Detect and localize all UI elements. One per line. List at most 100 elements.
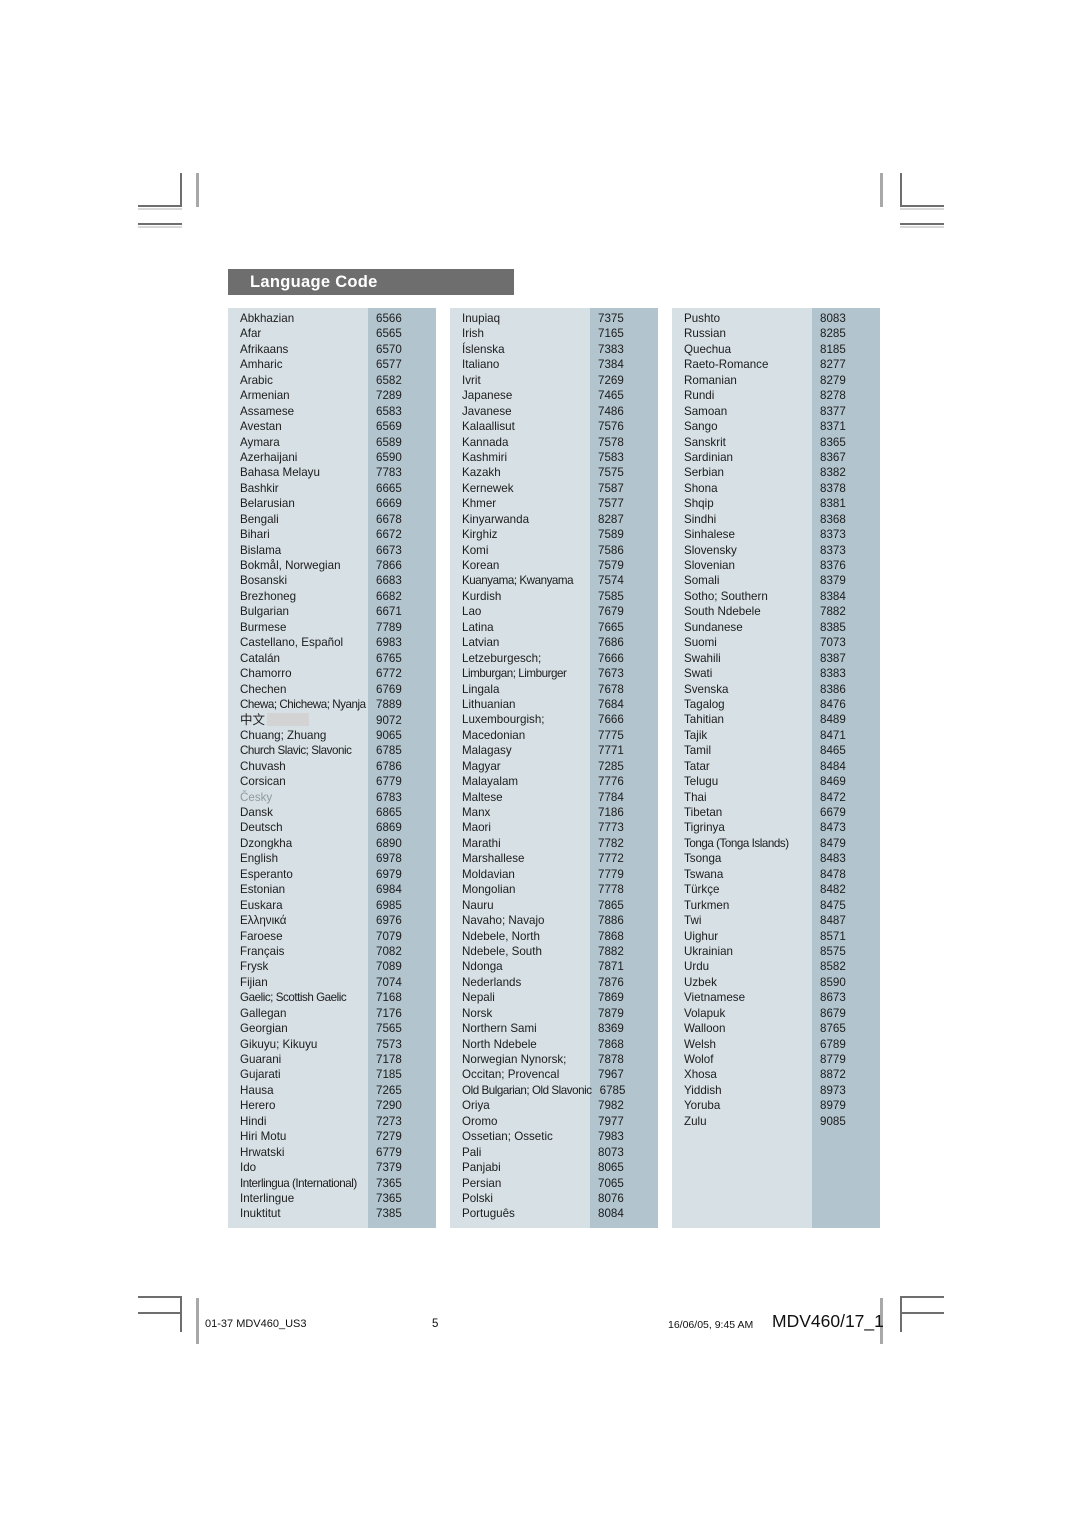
table-row: Česky 6783 xyxy=(228,790,436,805)
missing-glyph-box-icon xyxy=(267,713,310,727)
table-row: Kernewek 7587 xyxy=(450,481,658,496)
language-name: Belarusian xyxy=(240,497,295,511)
table-row: Shqip 8381 xyxy=(672,496,880,511)
language-code: 8073 xyxy=(598,1145,624,1159)
table-row: North Ndebele 7868 xyxy=(450,1037,658,1052)
table-row: Euskara 6985 xyxy=(228,898,436,913)
language-name: Hiri Motu xyxy=(240,1130,287,1144)
table-row: Swati 8383 xyxy=(672,666,880,681)
language-name: Sardinian xyxy=(684,450,733,464)
language-name: Russian xyxy=(684,327,726,341)
section-title-bar: Language Code xyxy=(228,269,514,295)
language-code: 6570 xyxy=(376,342,402,356)
language-code: 8478 xyxy=(820,867,846,881)
language-name: Faroese xyxy=(240,929,283,943)
language-code: 8386 xyxy=(820,682,846,696)
table-row: Shona 8378 xyxy=(672,481,880,496)
language-name: Bihari xyxy=(240,528,270,542)
table-row: Faroese 7079 xyxy=(228,929,436,944)
language-name: Armenian xyxy=(240,389,290,403)
language-name: Northern Sami xyxy=(462,1022,537,1036)
table-row: Nepali 7869 xyxy=(450,990,658,1005)
table-row: Ossetian; Ossetic 7983 xyxy=(450,1129,658,1144)
table-row: Inupiaq 7375 xyxy=(450,311,658,326)
language-name: Welsh xyxy=(684,1037,717,1051)
language-code: 6683 xyxy=(376,574,402,588)
language-name: Yoruba xyxy=(684,1099,721,1113)
footer-file-name: 01-37 MDV460_US3 xyxy=(205,1318,307,1330)
language-name: Tigrinya xyxy=(684,821,725,835)
language-code: 7178 xyxy=(376,1053,402,1066)
table-row: Abkhazian 6566 xyxy=(228,311,436,326)
table-row: Japanese 7465 xyxy=(450,388,658,403)
language-name: Tswana xyxy=(684,867,724,881)
language-name: Chamorro xyxy=(240,667,292,681)
table-row: Tagalog 8476 xyxy=(672,697,880,712)
language-name: 中文 xyxy=(228,712,368,727)
language-code: 7290 xyxy=(376,1099,402,1113)
table-row: Afrikaans 6570 xyxy=(228,342,436,357)
crop-mark-bottom-right-bar xyxy=(900,1312,944,1314)
table-row: Armenian 7289 xyxy=(228,388,436,403)
table-row: Ndebele, North 7868 xyxy=(450,929,658,944)
table-row: Ndebele, South 7882 xyxy=(450,944,658,959)
language-name: Sundanese xyxy=(684,620,743,634)
table-row: Tsonga 8483 xyxy=(672,851,880,866)
language-code: 7866 xyxy=(376,559,402,572)
language-name: Afrikaans xyxy=(240,342,289,356)
language-name: Navaho; Navajo xyxy=(462,914,545,928)
language-name: Français xyxy=(240,944,285,958)
language-code: 8582 xyxy=(820,960,846,974)
language-code: 7168 xyxy=(376,991,402,1005)
registration-bar-top-left xyxy=(196,173,199,207)
language-name: Aymara xyxy=(240,435,280,449)
table-row: Gikuyu; Kikuyu 7573 xyxy=(228,1037,436,1052)
language-name: Occitan; Provencal xyxy=(462,1068,560,1082)
language-code: 7771 xyxy=(598,744,624,758)
crop-mark-top-left-bar xyxy=(138,223,182,225)
table-row: Georgian 7565 xyxy=(228,1021,436,1036)
language-code: 6978 xyxy=(376,852,402,866)
table-row: Chewa; Chichewa; Nyanja 7889 xyxy=(228,697,436,712)
language-code: 7185 xyxy=(376,1068,402,1082)
language-code: 6785 xyxy=(376,744,402,758)
language-name: Fijian xyxy=(240,975,268,989)
language-name: Maori xyxy=(462,821,491,835)
language-name: Amharic xyxy=(240,358,283,372)
language-code: 7684 xyxy=(598,697,624,711)
table-row: Hausa 7265 xyxy=(228,1083,436,1098)
language-code: 7665 xyxy=(598,620,624,634)
language-code: 8369 xyxy=(598,1022,624,1036)
language-code: 6671 xyxy=(376,605,402,619)
crop-mark-top-left-vert xyxy=(180,173,182,207)
table-row: Pali 8073 xyxy=(450,1145,658,1160)
language-name: Uighur xyxy=(684,929,719,943)
table-row: Khmer 7577 xyxy=(450,496,658,511)
table-row: Romanian 8279 xyxy=(672,373,880,388)
language-name: Shona xyxy=(684,481,718,495)
table-row: Slovensky 8373 xyxy=(672,543,880,558)
table-row: Ido 7379 xyxy=(228,1160,436,1175)
language-code: 7678 xyxy=(598,682,624,696)
table-row: Russian 8285 xyxy=(672,326,880,341)
language-name: Avestan xyxy=(240,420,282,434)
language-name: Georgian xyxy=(240,1022,288,1036)
language-code: 7565 xyxy=(376,1022,402,1036)
language-code: 7775 xyxy=(598,728,624,742)
language-code: 8381 xyxy=(820,497,846,511)
language-name: Serbian xyxy=(684,466,724,480)
language-code: 7465 xyxy=(598,389,624,403)
table-row: Tigrinya 8473 xyxy=(672,820,880,835)
language-code: 7778 xyxy=(598,883,624,897)
table-row: Macedonian 7775 xyxy=(450,728,658,743)
language-name: Old Bulgarian; Old Slavonic xyxy=(462,1083,592,1097)
table-row: Catalán 6765 xyxy=(228,651,436,666)
table-row: Bahasa Melayu 7783 xyxy=(228,465,436,480)
table-row: Sotho; Southern 8384 xyxy=(672,589,880,604)
language-code: 7574 xyxy=(598,574,624,588)
language-code: 7773 xyxy=(598,821,624,835)
table-row: Quechua 8185 xyxy=(672,342,880,357)
language-name: Ndebele, North xyxy=(462,929,540,943)
table-row: Deutsch 6869 xyxy=(228,820,436,835)
language-name: Kinyarwanda xyxy=(462,512,530,526)
